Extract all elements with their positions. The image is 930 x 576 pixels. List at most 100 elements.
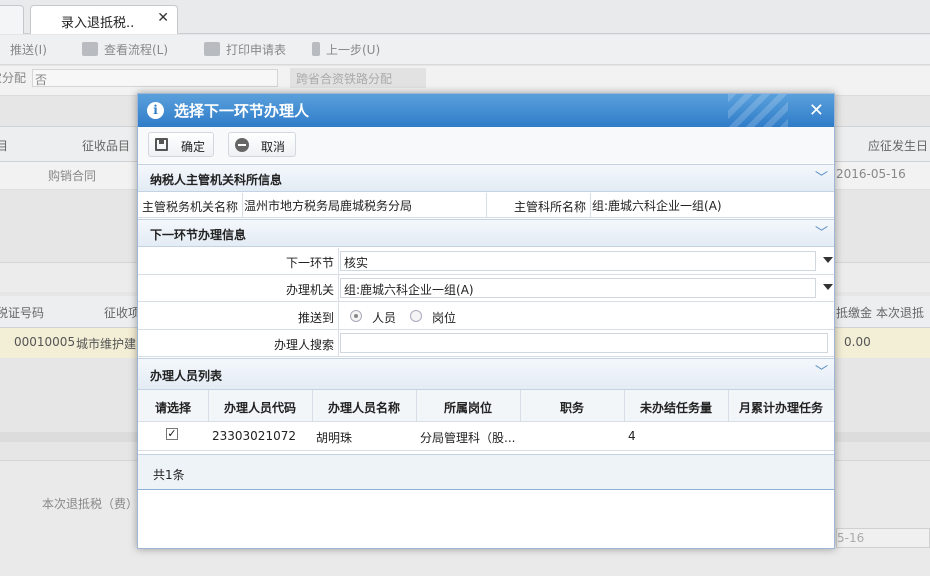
print-label: 打印申请表: [226, 43, 287, 57]
next-step-row: 下一环节 核实: [138, 248, 834, 275]
dropdown-arrow-icon[interactable]: [823, 284, 833, 290]
chevron-down-icon[interactable]: ﹀: [815, 167, 828, 186]
row-select-checkbox[interactable]: ✓: [166, 428, 178, 440]
push-to-row: 推送到 人员 岗位: [138, 302, 834, 330]
radio-post-label: 岗位: [432, 311, 457, 325]
handler-search-label: 办理人搜索: [273, 338, 334, 352]
prev-step-label: 上一步(U): [326, 43, 381, 57]
tab-tax-refund-entry[interactable]: 录入退抵税.. ✕: [30, 5, 178, 34]
divider: [242, 193, 243, 218]
agency-value: 组:鹿城六科企业一组(A): [344, 283, 474, 297]
table-row[interactable]: ✓ 23303021072 胡明珠 分局管理科（股... 4: [138, 422, 834, 451]
taxpayer-section-header[interactable]: 纳税人主管机关科所信息 ﹀: [138, 164, 834, 192]
cell-post: 分局管理科（股...: [420, 431, 516, 445]
tab-label: 录入退抵税..: [61, 16, 135, 31]
grid-col-levy-item: 征收品目: [82, 139, 131, 153]
handler-list-section-header[interactable]: 办理人员列表 ﹀: [138, 358, 834, 390]
cell-name: 胡明珠: [316, 431, 353, 445]
next-step-value: 核实: [344, 256, 369, 270]
header-decoration: [728, 94, 788, 127]
grid2-col-current: 本次退抵: [876, 306, 925, 320]
main-toolbar: 推送(I) 查看流程(L) 打印申请表 上一步(U): [0, 35, 930, 65]
cancel-button[interactable]: 取消: [228, 132, 296, 157]
next-step-label: 下一环节: [285, 256, 334, 270]
cell-code: 23303021072: [212, 429, 296, 443]
divider: [590, 193, 591, 218]
agency-row: 办理机关 组:鹿城六科企业一组(A): [138, 275, 834, 302]
section-name-value: 组:鹿城六科企业一组(A): [592, 199, 722, 213]
col-name: 办理人员名称: [327, 401, 400, 415]
push-to-label: 推送到: [297, 311, 334, 325]
col-duty: 职务: [559, 401, 584, 415]
col-pending: 未办结任务量: [639, 401, 712, 415]
authority-value: 温州市地方税务局鹿城税务分局: [244, 199, 413, 213]
tab-previous[interactable]: [0, 5, 24, 34]
handler-table-header: 请选择 办理人员代码 办理人员名称 所属岗位 职务 未办结任务量 月累计办理任务: [138, 390, 834, 422]
grid2-cell-offset: 0.00: [844, 335, 871, 349]
dialog-close-icon[interactable]: ✕: [809, 100, 824, 121]
radio-person[interactable]: [350, 310, 362, 322]
prev-step-button[interactable]: 上一步(U): [312, 41, 380, 59]
search-row: 办理人搜索: [138, 330, 834, 357]
radio-post[interactable]: [410, 310, 422, 322]
push-button[interactable]: 推送(I): [10, 41, 47, 59]
save-icon: [155, 138, 168, 151]
next-step-section-title: 下一环节办理信息: [150, 228, 247, 242]
taxpayer-section-title: 纳税人主管机关科所信息: [150, 173, 283, 187]
allocation-value: 否: [35, 73, 48, 87]
bottom-label: 本次退抵税（费）: [42, 497, 139, 511]
confirm-button[interactable]: 确定: [148, 132, 214, 157]
allocation-select[interactable]: 否: [32, 69, 278, 87]
dialog-header: i 选择下一环节办理人 ✕: [138, 94, 834, 127]
railway-allocation-button[interactable]: 跨省合资铁路分配: [290, 68, 426, 88]
grid2-col-levy: 征收项: [104, 306, 141, 320]
view-flow-button[interactable]: 查看流程(L): [82, 41, 168, 59]
grid2-col-offset: 抵缴金: [836, 306, 873, 320]
divider: [486, 193, 487, 218]
bottom-date-field[interactable]: 5-16: [836, 528, 930, 548]
select-handler-dialog: i 选择下一环节办理人 ✕ 确定 取消 纳税人主管机关科所信息 ﹀ 主管税务机关…: [137, 93, 835, 549]
chevron-down-icon[interactable]: ﹀: [815, 361, 828, 380]
agency-label: 办理机关: [285, 283, 334, 297]
section-name-label: 主管科所名称: [514, 200, 587, 214]
authority-label: 主管税务机关名称: [142, 200, 239, 214]
taxpayer-info-row: 主管税务机关名称 温州市地方税务局鹿城税务分局 主管科所名称 组:鹿城六科企业一…: [138, 193, 834, 218]
divider: [338, 302, 339, 330]
back-arrow-icon: [312, 42, 320, 56]
view-flow-label: 查看流程(L): [104, 43, 169, 57]
next-step-select[interactable]: 核实: [340, 251, 833, 271]
bottom-date-value: 5-16: [837, 531, 865, 545]
tab-close-icon[interactable]: ✕: [157, 10, 169, 26]
grid-col-date: 应征发生日: [868, 139, 929, 153]
eye-icon: [82, 42, 98, 56]
radio-person-label: 人员: [372, 311, 397, 325]
grid-col-item: 目: [0, 139, 9, 153]
dialog-toolbar: 确定 取消: [138, 127, 834, 163]
tab-bar: 录入退抵税.. ✕: [0, 0, 930, 34]
record-count: 共1条: [153, 468, 185, 482]
railway-allocation-label: 跨省合资铁路分配: [296, 72, 393, 86]
divider: [338, 330, 339, 357]
divider: [338, 275, 339, 302]
agency-select[interactable]: 组:鹿城六科企业一组(A): [340, 278, 833, 298]
dropdown-arrow-icon[interactable]: [823, 257, 833, 263]
col-code: 办理人员代码: [223, 401, 296, 415]
next-step-section-header[interactable]: 下一环节办理信息 ﹀: [138, 219, 834, 247]
printer-icon: [204, 42, 220, 56]
print-button[interactable]: 打印申请表: [204, 41, 286, 59]
table-footer: 共1条: [138, 454, 834, 490]
divider: [338, 248, 339, 275]
cell-pending: 4: [628, 429, 636, 443]
push-label: 推送(I): [10, 43, 47, 57]
minus-circle-icon: [235, 138, 249, 152]
chevron-down-icon[interactable]: ﹀: [815, 222, 828, 241]
cancel-label: 取消: [261, 140, 286, 154]
handler-search-input[interactable]: [340, 333, 828, 353]
dialog-title: 选择下一环节办理人: [174, 102, 310, 120]
handler-list-title: 办理人员列表: [150, 369, 223, 383]
col-monthly: 月累计办理任务: [738, 401, 823, 415]
grid-cell-date: 2016-05-16: [836, 167, 906, 181]
info-icon: i: [147, 102, 164, 119]
grid-cell-item: 购销合同: [48, 169, 97, 183]
allocation-label: 农分配: [0, 71, 27, 85]
